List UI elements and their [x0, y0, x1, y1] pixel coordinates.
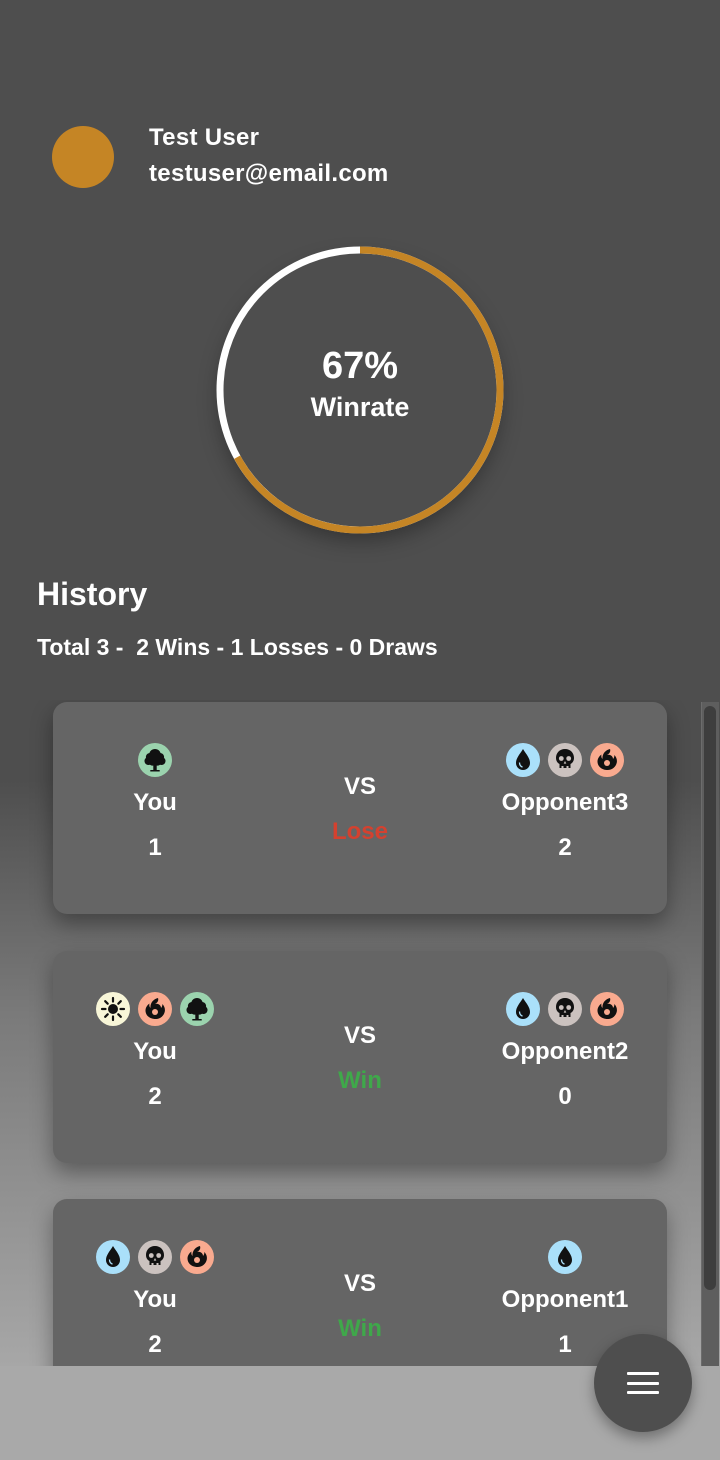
- profile-header: Test User testuser@email.com: [52, 122, 389, 194]
- player-score: 2: [148, 1083, 162, 1110]
- match-center: VS Lose: [260, 772, 460, 847]
- opponent-icons: [506, 742, 624, 778]
- green-mana-icon: [180, 992, 214, 1026]
- player-name: You: [133, 1286, 177, 1313]
- opponent-name: Opponent2: [501, 1038, 629, 1065]
- user-name: Test User: [149, 124, 260, 151]
- player-icons: [96, 991, 214, 1027]
- user-email: testuser@email.com: [149, 160, 389, 187]
- opponent-name: Opponent1: [501, 1286, 629, 1313]
- black-mana-icon: [548, 743, 582, 777]
- player-name: You: [133, 789, 177, 816]
- blue-mana-icon: [96, 1240, 130, 1274]
- vs-label: VS: [343, 773, 376, 800]
- red-mana-icon: [590, 743, 624, 777]
- history-summary: Total 3 - 2 Wins - 1 Losses - 0 Draws: [37, 634, 438, 660]
- opponent-side: Opponent2 0: [455, 991, 675, 1112]
- player-side: You 1: [45, 742, 265, 863]
- red-mana-icon: [590, 992, 624, 1026]
- profile-text: Test User testuser@email.com: [149, 122, 389, 194]
- opponent-score: 0: [558, 1083, 572, 1110]
- player-side: You 2: [45, 1239, 265, 1360]
- vs-label: VS: [343, 1022, 376, 1049]
- blue-mana-icon: [506, 743, 540, 777]
- match-result: Win: [338, 1315, 382, 1342]
- white-mana-icon: [96, 992, 130, 1026]
- opponent-icons: [548, 1239, 582, 1275]
- vs-label: VS: [343, 1270, 376, 1297]
- match-list[interactable]: You 1 VS Lose Opponent3 2 You 2 VS Win O…: [0, 700, 720, 1366]
- player-icons: [138, 742, 172, 778]
- match-result: Win: [338, 1067, 382, 1094]
- opponent-score: 1: [558, 1331, 572, 1358]
- menu-icon: [627, 1372, 659, 1394]
- menu-button[interactable]: [594, 1334, 692, 1432]
- player-side: You 2: [45, 991, 265, 1112]
- avatar[interactable]: [52, 126, 114, 188]
- green-mana-icon: [138, 743, 172, 777]
- red-mana-icon: [180, 1240, 214, 1274]
- blue-mana-icon: [548, 1240, 582, 1274]
- player-score: 2: [148, 1331, 162, 1358]
- match-card[interactable]: You 2 VS Win Opponent1 1: [53, 1199, 667, 1366]
- scrollbar-thumb[interactable]: [704, 706, 716, 1290]
- history-title: History: [37, 576, 148, 612]
- match-result: Lose: [331, 818, 388, 845]
- player-icons: [96, 1239, 214, 1275]
- winrate-center: 67% Winrate: [216, 246, 504, 534]
- opponent-icons: [506, 991, 624, 1027]
- winrate-label: Winrate: [310, 392, 410, 422]
- match-card[interactable]: You 1 VS Lose Opponent3 2: [53, 702, 667, 914]
- opponent-name: Opponent3: [501, 789, 629, 816]
- winrate-percent: 67%: [321, 345, 399, 387]
- opponent-side: Opponent3 2: [455, 742, 675, 863]
- black-mana-icon: [548, 992, 582, 1026]
- match-center: VS Win: [260, 1021, 460, 1096]
- black-mana-icon: [138, 1240, 172, 1274]
- winrate-ring: 67% Winrate: [216, 246, 504, 534]
- match-card[interactable]: You 2 VS Win Opponent2 0: [53, 951, 667, 1163]
- blue-mana-icon: [506, 992, 540, 1026]
- player-score: 1: [148, 834, 162, 861]
- player-name: You: [133, 1038, 177, 1065]
- match-center: VS Win: [260, 1269, 460, 1344]
- red-mana-icon: [138, 992, 172, 1026]
- opponent-score: 2: [558, 834, 572, 861]
